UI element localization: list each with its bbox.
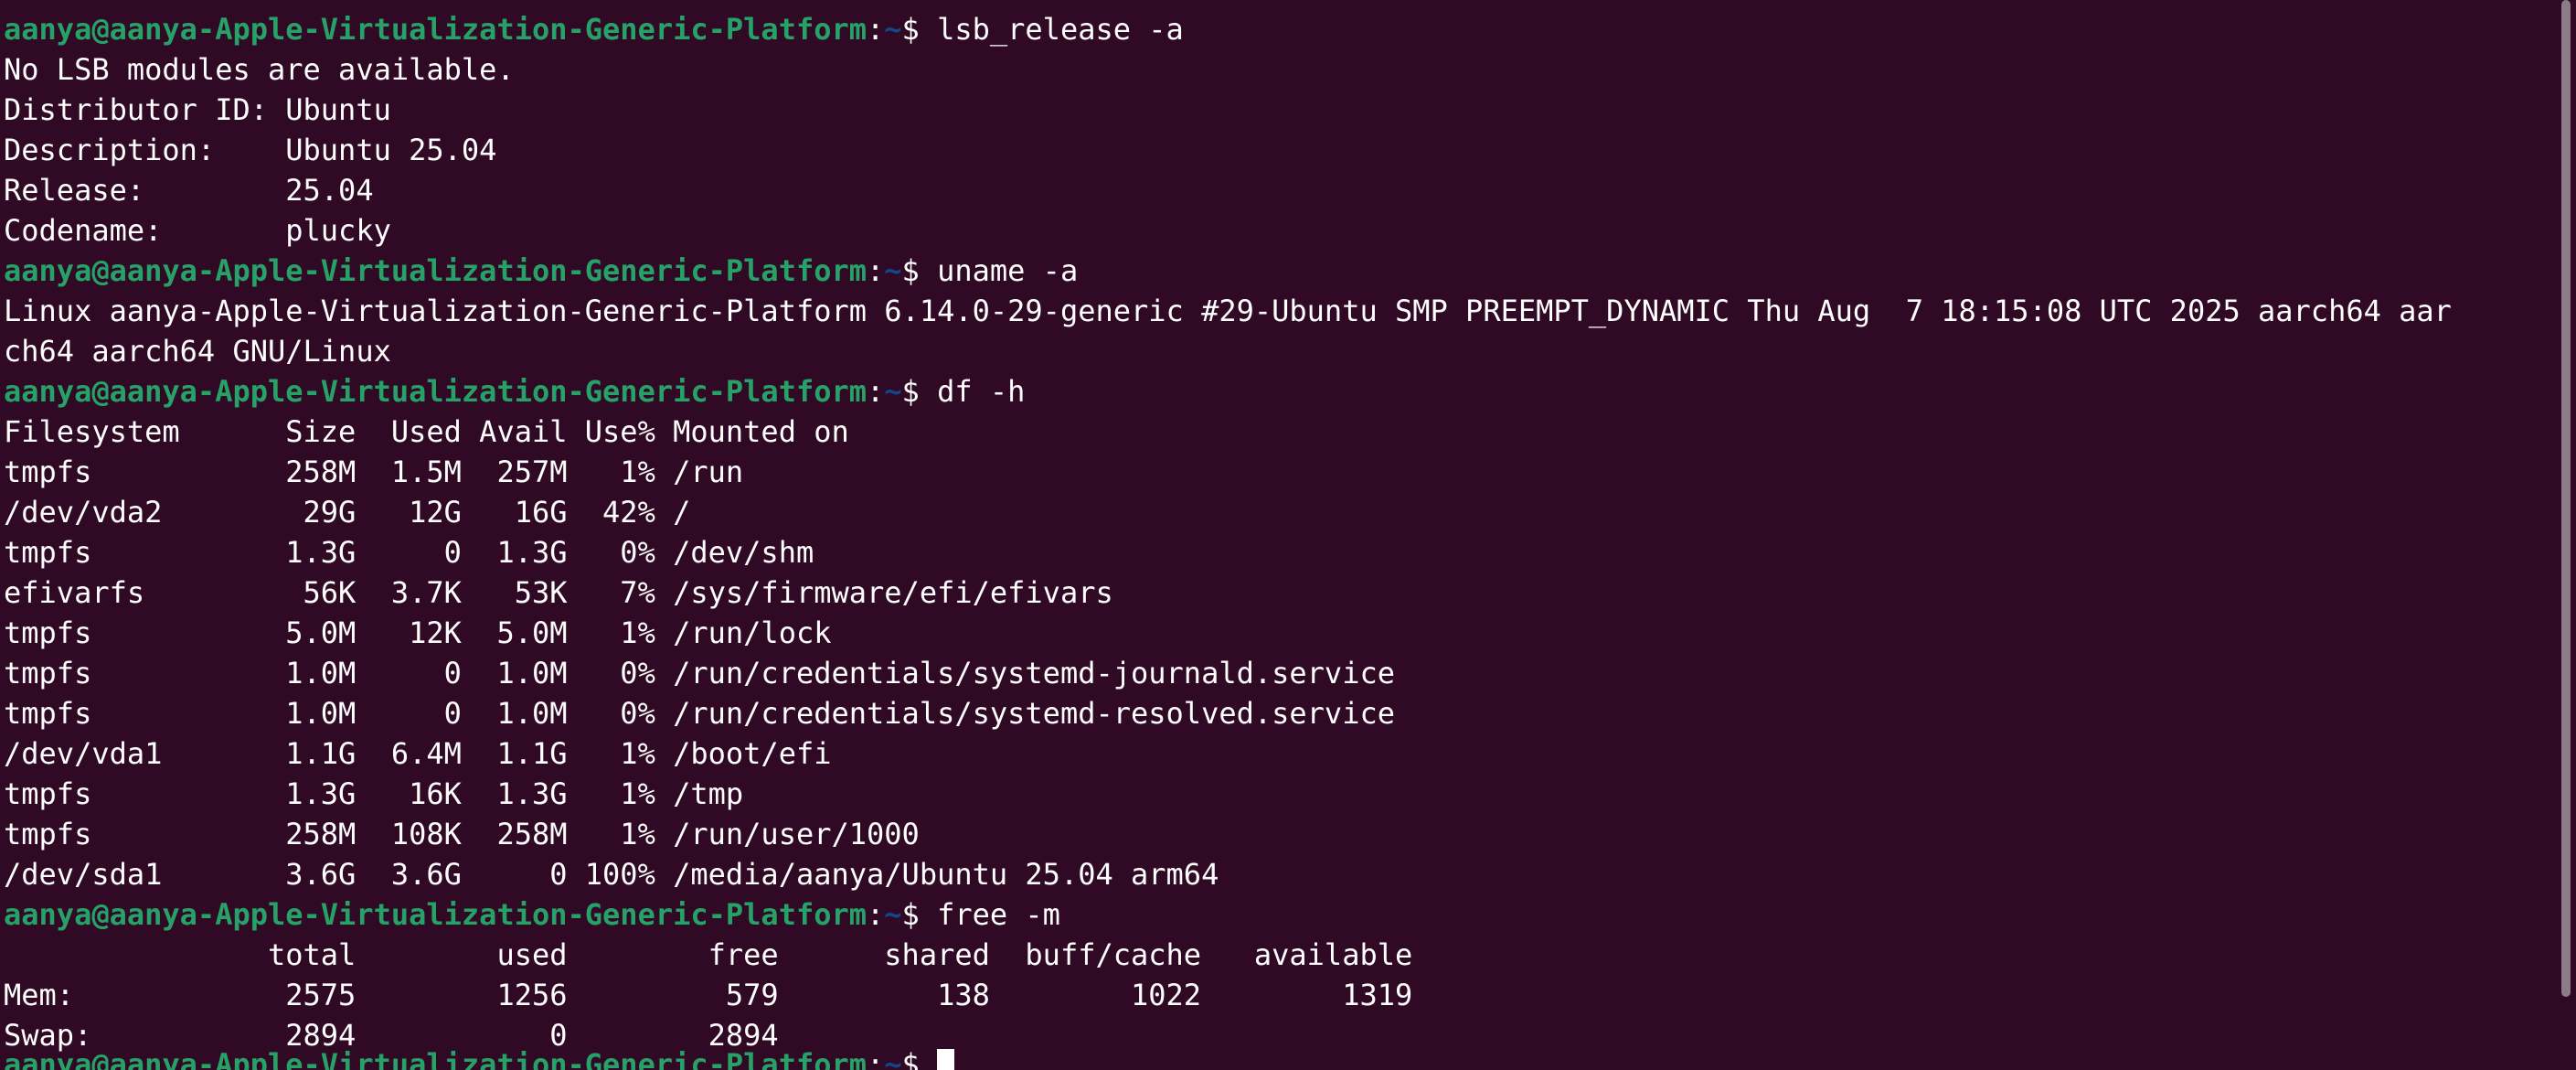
prompt-path: ~ (884, 12, 902, 47)
output-line: Linux aanya-Apple-Virtualization-Generic… (4, 294, 2452, 328)
prompt-colon: : (867, 374, 885, 409)
command-text: uname -a (937, 253, 1079, 288)
df-header: Filesystem Size Used Avail Use% Mounted … (4, 414, 849, 449)
prompt-dollar: $ (901, 374, 938, 409)
terminal-window[interactable]: aanya@aanya-Apple-Virtualization-Generic… (0, 0, 2576, 1070)
prompt-colon: : (867, 253, 885, 288)
prompt-line: aanya@aanya-Apple-Virtualization-Generic… (0, 11, 2576, 51)
df-row: efivarfs 56K 3.7K 53K 7% /sys/firmware/e… (4, 575, 1113, 610)
df-row: tmpfs 1.3G 0 1.3G 0% /dev/shm (4, 535, 814, 570)
prompt-user-host: aanya@aanya-Apple-Virtualization-Generic… (4, 897, 868, 932)
prompt-line: aanya@aanya-Apple-Virtualization-Generic… (0, 896, 2576, 936)
prompt-user-host: aanya@aanya-Apple-Virtualization-Generic… (4, 253, 868, 288)
prompt-colon: : (867, 897, 885, 932)
prompt-path: ~ (884, 253, 902, 288)
output-line: No LSB modules are available. (4, 52, 515, 87)
prompt-user-host: aanya@aanya-Apple-Virtualization-Generic… (4, 374, 868, 409)
scrollbar[interactable] (2561, 0, 2571, 997)
df-row: tmpfs 5.0M 12K 5.0M 1% /run/lock (4, 615, 832, 650)
output-line: ch64 aarch64 GNU/Linux (4, 334, 391, 369)
command-text: lsb_release -a (937, 12, 1184, 47)
prompt-colon: : (867, 12, 885, 47)
prompt-line: aanya@aanya-Apple-Virtualization-Generic… (0, 252, 2576, 293)
df-row: tmpfs 1.3G 16K 1.3G 1% /tmp (4, 776, 744, 811)
df-row: tmpfs 1.0M 0 1.0M 0% /run/credentials/sy… (4, 696, 1395, 731)
prompt-path: ~ (884, 897, 902, 932)
df-row: /dev/sda1 3.6G 3.6G 0 100% /media/aanya/… (4, 857, 1219, 892)
output-line: Release: 25.04 (4, 173, 374, 208)
prompt-path: ~ (884, 374, 902, 409)
prompt-dollar: $ (901, 897, 938, 932)
prompt-colon: : (867, 1047, 885, 1070)
df-row: tmpfs 258M 108K 258M 1% /run/user/1000 (4, 817, 920, 851)
prompt-dollar: $ (901, 253, 938, 288)
prompt-path: ~ (884, 1047, 902, 1070)
df-row: tmpfs 258M 1.5M 257M 1% /run (4, 455, 744, 489)
output-line: Distributor ID: Ubuntu (4, 92, 391, 127)
prompt-user-host: aanya@aanya-Apple-Virtualization-Generic… (4, 12, 868, 47)
text-cursor (937, 1049, 955, 1070)
prompt-line: aanya@aanya-Apple-Virtualization-Generic… (0, 373, 2576, 413)
output-line: Codename: plucky (4, 213, 391, 248)
command-text: free -m (937, 897, 1060, 932)
output-line: Description: Ubuntu 25.04 (4, 133, 497, 167)
prompt-dollar: $ (901, 1047, 938, 1070)
command-text: df -h (937, 374, 1026, 409)
prompt-user-host: aanya@aanya-Apple-Virtualization-Generic… (4, 1047, 868, 1070)
free-header: total used free shared buff/cache availa… (4, 937, 1413, 972)
current-prompt-line[interactable]: aanya@aanya-Apple-Virtualization-Generic… (0, 1046, 2576, 1070)
df-row: tmpfs 1.0M 0 1.0M 0% /run/credentials/sy… (4, 656, 1395, 690)
df-row: /dev/vda2 29G 12G 16G 42% / (4, 495, 691, 530)
prompt-dollar: $ (901, 12, 938, 47)
df-row: /dev/vda1 1.1G 6.4M 1.1G 1% /boot/efi (4, 736, 832, 771)
free-row: Mem: 2575 1256 579 138 1022 1319 (4, 978, 1413, 1012)
